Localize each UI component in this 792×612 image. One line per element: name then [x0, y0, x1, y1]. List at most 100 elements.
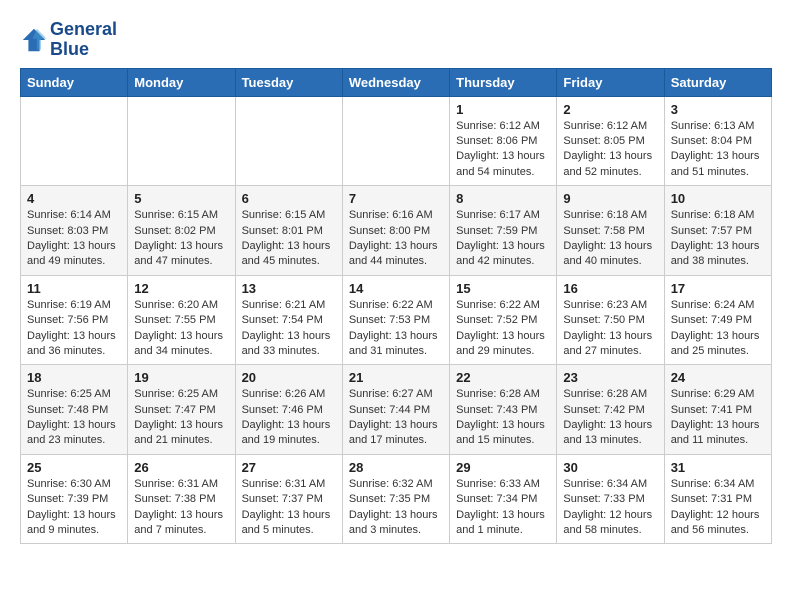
day-info: Sunrise: 6:34 AM Sunset: 7:33 PM Dayligh… — [563, 477, 657, 539]
calendar-header-row: Sunday Monday Tuesday Wednesday Thursday… — [21, 68, 772, 96]
table-row: 25Sunrise: 6:30 AM Sunset: 7:39 PM Dayli… — [21, 454, 128, 544]
day-number: 8 — [456, 191, 550, 206]
table-row: 22 Sunrise: 6:28 AM Sunset: 7:43 PM Dayli… — [450, 365, 557, 455]
day-info: Sunrise: 6:29 AM Sunset: 7:41 PM Dayligh… — [671, 387, 765, 449]
day-info: Sunrise: 6:31 AM Sunset: 7:38 PM Dayligh… — [134, 477, 228, 539]
day-info: Sunrise: 6:19 AM Sunset: 7:56 PM Dayligh… — [27, 298, 121, 360]
table-row: 19 Sunrise: 6:25 AM Sunset: 7:47 PM Dayli… — [128, 365, 235, 455]
day-number: 5 — [134, 191, 228, 206]
day-info: Sunrise: 6:14 AM Sunset: 8:03 PM Dayligh… — [27, 208, 121, 270]
table-row: 20 Sunrise: 6:26 AM Sunset: 7:46 PM Dayli… — [235, 365, 342, 455]
table-row: 23 Sunrise: 6:28 AM Sunset: 7:42 PM Dayli… — [557, 365, 664, 455]
col-sunday: Sunday — [21, 68, 128, 96]
table-row: 5 Sunrise: 6:15 AM Sunset: 8:02 PM Daylig… — [128, 186, 235, 276]
table-row — [21, 96, 128, 186]
day-number: 18 — [27, 370, 121, 385]
day-info: Sunrise: 6:33 AM Sunset: 7:34 PM Dayligh… — [456, 477, 550, 539]
day-number: 17 — [671, 281, 765, 296]
day-number: 15 — [456, 281, 550, 296]
day-info: Sunrise: 6:12 AM Sunset: 8:05 PM Dayligh… — [563, 119, 657, 181]
day-info: Sunrise: 6:17 AM Sunset: 7:59 PM Dayligh… — [456, 208, 550, 270]
day-info: Sunrise: 6:28 AM Sunset: 7:43 PM Dayligh… — [456, 387, 550, 449]
day-info: Sunrise: 6:30 AM Sunset: 7:39 PM Dayligh… — [27, 477, 121, 539]
day-number: 1 — [456, 102, 550, 117]
table-row: 4 Sunrise: 6:14 AM Sunset: 8:03 PM Daylig… — [21, 186, 128, 276]
day-info: Sunrise: 6:18 AM Sunset: 7:58 PM Dayligh… — [563, 208, 657, 270]
table-row: 13 Sunrise: 6:21 AM Sunset: 7:54 PM Dayli… — [235, 275, 342, 365]
calendar-week-row: 25Sunrise: 6:30 AM Sunset: 7:39 PM Dayli… — [21, 454, 772, 544]
day-number: 16 — [563, 281, 657, 296]
table-row: 17 Sunrise: 6:24 AM Sunset: 7:49 PM Dayli… — [664, 275, 771, 365]
day-number: 23 — [563, 370, 657, 385]
table-row: 30 Sunrise: 6:34 AM Sunset: 7:33 PM Dayli… — [557, 454, 664, 544]
day-info: Sunrise: 6:15 AM Sunset: 8:01 PM Dayligh… — [242, 208, 336, 270]
day-info: Sunrise: 6:28 AM Sunset: 7:42 PM Dayligh… — [563, 387, 657, 449]
day-info: Sunrise: 6:26 AM Sunset: 7:46 PM Dayligh… — [242, 387, 336, 449]
table-row: 21 Sunrise: 6:27 AM Sunset: 7:44 PM Dayli… — [342, 365, 449, 455]
table-row: 14 Sunrise: 6:22 AM Sunset: 7:53 PM Dayli… — [342, 275, 449, 365]
day-info: Sunrise: 6:16 AM Sunset: 8:00 PM Dayligh… — [349, 208, 443, 270]
day-info: Sunrise: 6:21 AM Sunset: 7:54 PM Dayligh… — [242, 298, 336, 360]
day-info: Sunrise: 6:23 AM Sunset: 7:50 PM Dayligh… — [563, 298, 657, 360]
day-number: 12 — [134, 281, 228, 296]
day-number: 22 — [456, 370, 550, 385]
day-number: 24 — [671, 370, 765, 385]
day-info: Sunrise: 6:20 AM Sunset: 7:55 PM Dayligh… — [134, 298, 228, 360]
day-info: Sunrise: 6:32 AM Sunset: 7:35 PM Dayligh… — [349, 477, 443, 539]
day-info: Sunrise: 6:27 AM Sunset: 7:44 PM Dayligh… — [349, 387, 443, 449]
table-row: 26 Sunrise: 6:31 AM Sunset: 7:38 PM Dayli… — [128, 454, 235, 544]
calendar-week-row: 11 Sunrise: 6:19 AM Sunset: 7:56 PM Dayli… — [21, 275, 772, 365]
day-number: 7 — [349, 191, 443, 206]
table-row: 7 Sunrise: 6:16 AM Sunset: 8:00 PM Daylig… — [342, 186, 449, 276]
day-info: Sunrise: 6:12 AM Sunset: 8:06 PM Dayligh… — [456, 119, 550, 181]
day-number: 28 — [349, 460, 443, 475]
day-number: 30 — [563, 460, 657, 475]
calendar-week-row: 4 Sunrise: 6:14 AM Sunset: 8:03 PM Daylig… — [21, 186, 772, 276]
table-row: 9Sunrise: 6:18 AM Sunset: 7:58 PM Daylig… — [557, 186, 664, 276]
col-wednesday: Wednesday — [342, 68, 449, 96]
day-number: 14 — [349, 281, 443, 296]
page-header: General Blue — [20, 16, 772, 60]
col-monday: Monday — [128, 68, 235, 96]
day-number: 29 — [456, 460, 550, 475]
table-row — [128, 96, 235, 186]
table-row: 15 Sunrise: 6:22 AM Sunset: 7:52 PM Dayli… — [450, 275, 557, 365]
day-number: 26 — [134, 460, 228, 475]
day-number: 6 — [242, 191, 336, 206]
table-row: 1 Sunrise: 6:12 AM Sunset: 8:06 PM Daylig… — [450, 96, 557, 186]
table-row: 29 Sunrise: 6:33 AM Sunset: 7:34 PM Dayli… — [450, 454, 557, 544]
table-row: 11 Sunrise: 6:19 AM Sunset: 7:56 PM Dayli… — [21, 275, 128, 365]
logo-text: General Blue — [50, 20, 117, 60]
table-row: 18 Sunrise: 6:25 AM Sunset: 7:48 PM Dayli… — [21, 365, 128, 455]
table-row: 16 Sunrise: 6:23 AM Sunset: 7:50 PM Dayli… — [557, 275, 664, 365]
table-row — [235, 96, 342, 186]
day-info: Sunrise: 6:31 AM Sunset: 7:37 PM Dayligh… — [242, 477, 336, 539]
day-info: Sunrise: 6:22 AM Sunset: 7:53 PM Dayligh… — [349, 298, 443, 360]
day-number: 19 — [134, 370, 228, 385]
day-number: 11 — [27, 281, 121, 296]
day-number: 20 — [242, 370, 336, 385]
calendar-week-row: 1 Sunrise: 6:12 AM Sunset: 8:06 PM Daylig… — [21, 96, 772, 186]
table-row: 31Sunrise: 6:34 AM Sunset: 7:31 PM Dayli… — [664, 454, 771, 544]
logo: General Blue — [20, 20, 117, 60]
day-number: 21 — [349, 370, 443, 385]
day-info: Sunrise: 6:25 AM Sunset: 7:47 PM Dayligh… — [134, 387, 228, 449]
day-info: Sunrise: 6:25 AM Sunset: 7:48 PM Dayligh… — [27, 387, 121, 449]
day-info: Sunrise: 6:13 AM Sunset: 8:04 PM Dayligh… — [671, 119, 765, 181]
day-number: 4 — [27, 191, 121, 206]
day-info: Sunrise: 6:15 AM Sunset: 8:02 PM Dayligh… — [134, 208, 228, 270]
day-info: Sunrise: 6:22 AM Sunset: 7:52 PM Dayligh… — [456, 298, 550, 360]
table-row: 24 Sunrise: 6:29 AM Sunset: 7:41 PM Dayli… — [664, 365, 771, 455]
logo-icon — [20, 26, 48, 54]
col-saturday: Saturday — [664, 68, 771, 96]
day-number: 3 — [671, 102, 765, 117]
calendar-week-row: 18 Sunrise: 6:25 AM Sunset: 7:48 PM Dayli… — [21, 365, 772, 455]
table-row: 3 Sunrise: 6:13 AM Sunset: 8:04 PM Daylig… — [664, 96, 771, 186]
day-info: Sunrise: 6:24 AM Sunset: 7:49 PM Dayligh… — [671, 298, 765, 360]
day-number: 13 — [242, 281, 336, 296]
calendar-table: Sunday Monday Tuesday Wednesday Thursday… — [20, 68, 772, 545]
table-row: 28 Sunrise: 6:32 AM Sunset: 7:35 PM Dayli… — [342, 454, 449, 544]
table-row: 12 Sunrise: 6:20 AM Sunset: 7:55 PM Dayli… — [128, 275, 235, 365]
table-row: 6 Sunrise: 6:15 AM Sunset: 8:01 PM Daylig… — [235, 186, 342, 276]
col-tuesday: Tuesday — [235, 68, 342, 96]
